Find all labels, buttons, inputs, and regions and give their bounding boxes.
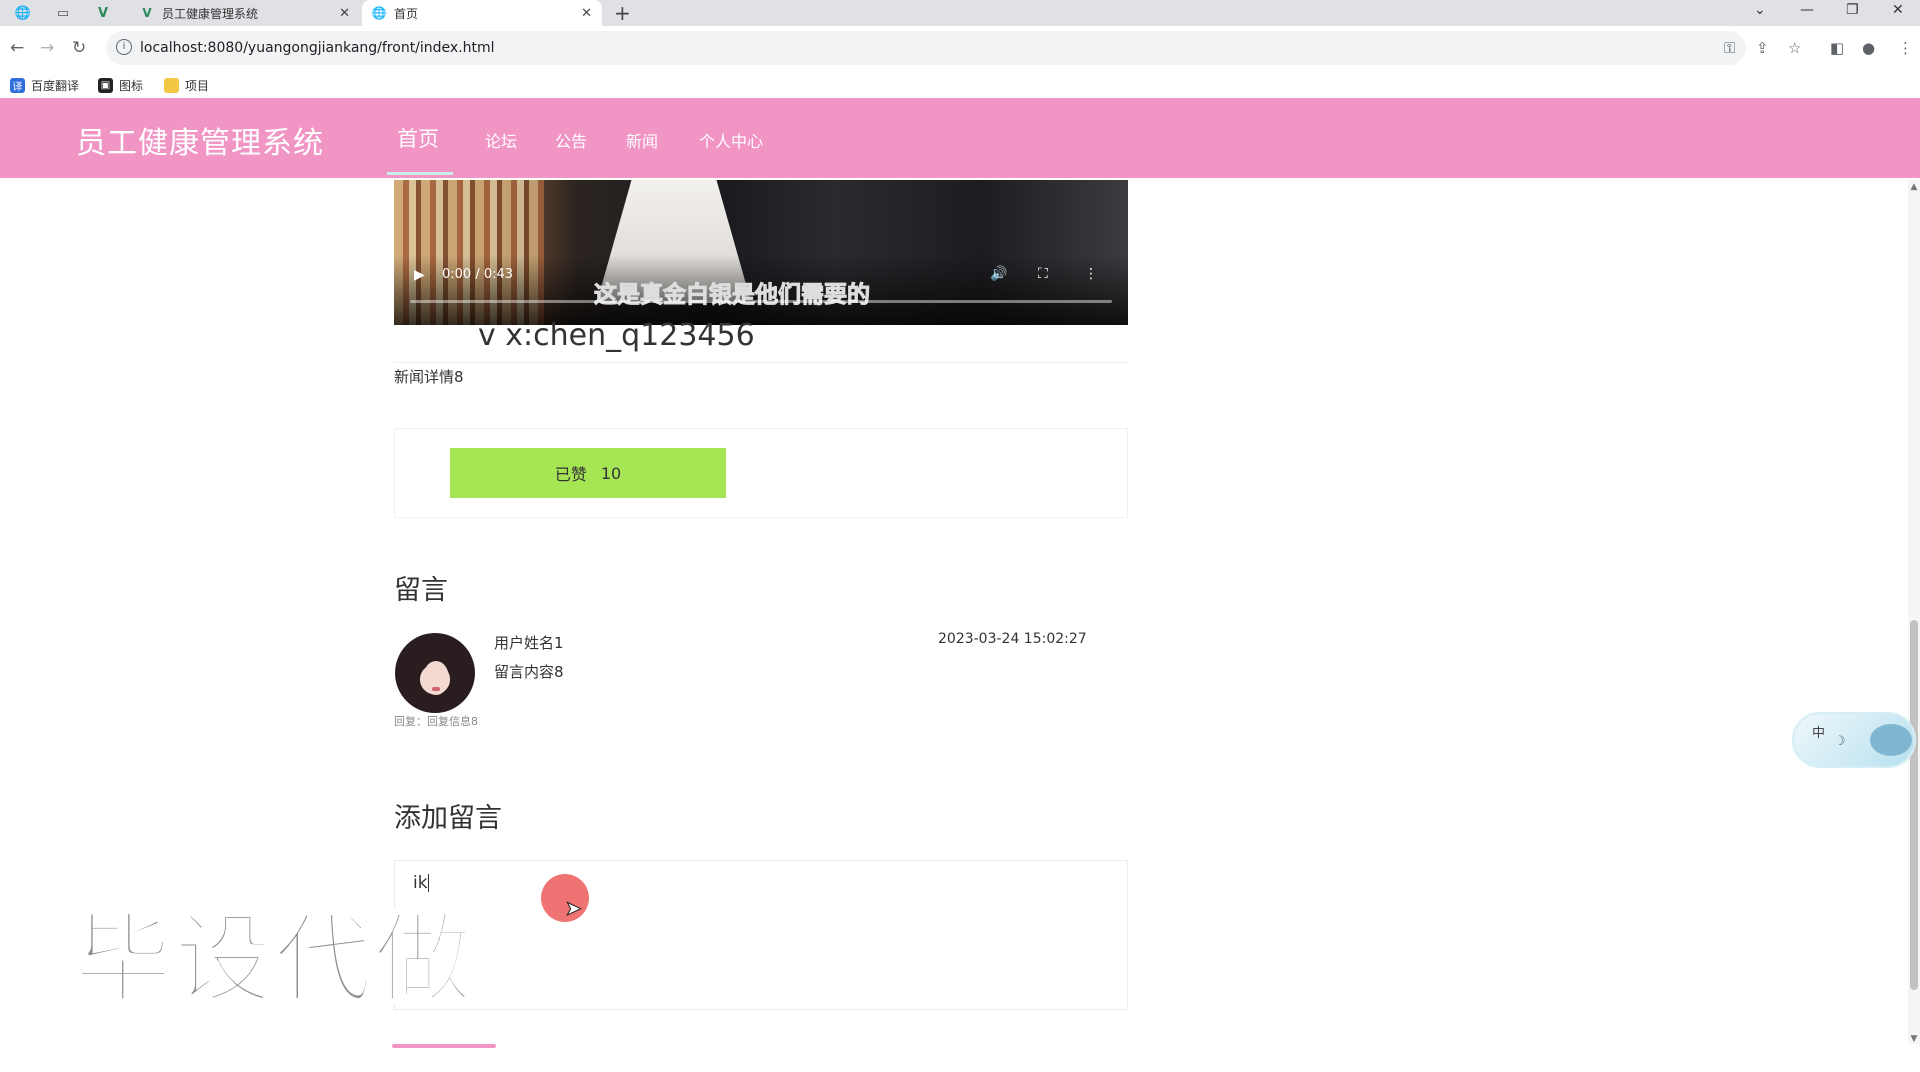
nav-forum[interactable]: 论坛 [485, 128, 517, 152]
browser-toolbar: ← → ↻ i localhost:8080/yuangongjiankang/… [0, 26, 1920, 72]
scroll-up-icon[interactable]: ▲ [1908, 182, 1920, 192]
video-progress-bar[interactable] [410, 300, 1112, 303]
menu-icon[interactable]: ⋮ [1898, 39, 1913, 57]
nav-home[interactable]: 首页 [397, 123, 439, 153]
ime-label: 中 [1812, 726, 1826, 741]
tab-search-icon[interactable]: ⌄ [1754, 2, 1766, 18]
news-detail-text: 新闻详情8 [394, 368, 464, 386]
avatar [395, 633, 475, 713]
divider [394, 362, 1128, 363]
tab-label: 员工健康管理系统 [162, 6, 259, 21]
close-window-button[interactable]: ✕ [1892, 2, 1904, 18]
more-options-icon[interactable]: ⋮ [1084, 266, 1098, 282]
blank-tab-icon[interactable]: ▭ [48, 3, 78, 23]
tab-label: 首页 [394, 6, 419, 21]
vue-icon: V [142, 6, 152, 20]
moon-icon: ☽ [1834, 734, 1846, 749]
nav-notice[interactable]: 公告 [555, 128, 587, 152]
browser-tab-bar: 🌐 ▭ V V 员工健康管理系统 ✕ 🌐 首页 ✕ + ⌄ — ❐ ✕ [0, 0, 1920, 26]
site-title: 员工健康管理系统 [76, 126, 324, 161]
comment-content: 留言内容8 [494, 663, 564, 681]
info-icon[interactable]: i [116, 39, 132, 55]
volume-icon[interactable]: 🔊 [990, 266, 1007, 282]
close-icon[interactable]: ✕ [581, 6, 592, 21]
avatar-lips [432, 687, 440, 691]
like-count: 10 [600, 463, 622, 483]
profile-icon[interactable]: ● [1862, 39, 1875, 57]
mascot-icon [1870, 724, 1912, 756]
like-button[interactable]: 已赞 10 [450, 448, 726, 498]
address-bar[interactable]: i localhost:8080/yuangongjiankang/front/… [106, 31, 1746, 65]
bookmark-label: 项目 [185, 79, 210, 93]
sidebar-icon[interactable]: ◧ [1830, 39, 1844, 57]
nav-active-indicator [387, 172, 453, 175]
site-header: 员工健康管理系统 首页 论坛 公告 新闻 个人中心 [0, 98, 1920, 178]
minimize-button[interactable]: — [1800, 2, 1814, 18]
vue-icon[interactable]: V [88, 3, 118, 23]
video-time: 0:00 / 0:43 [442, 267, 514, 282]
bookmarks-bar: 译 百度翻译 ▣ 图标 项目 [0, 72, 1920, 99]
translate-icon: 译 [10, 78, 25, 93]
comment-textarea[interactable]: ik [394, 860, 1128, 1010]
back-icon[interactable]: ← [10, 38, 24, 58]
bookmark-icons[interactable]: ▣ 图标 [98, 77, 143, 94]
scrollbar-thumb[interactable] [1910, 620, 1918, 990]
add-comment-title: 添加留言 [394, 803, 502, 834]
tab-home[interactable]: 🌐 首页 ✕ [362, 0, 602, 26]
key-icon[interactable]: ⚿ [1724, 39, 1735, 57]
reload-icon[interactable]: ↻ [72, 38, 86, 58]
bookmark-baidu-translate[interactable]: 译 百度翻译 [10, 77, 79, 94]
wechat-contact-text: v x:chen_q123456 [478, 318, 755, 353]
share-icon[interactable]: ⇪ [1756, 39, 1769, 57]
globe-icon[interactable]: 🌐 [8, 3, 38, 23]
folder-icon [164, 78, 179, 93]
play-icon[interactable]: ▶ [414, 267, 425, 283]
url-text: localhost:8080/yuangongjiankang/front/in… [140, 40, 495, 56]
comment-username: 用户姓名1 [494, 634, 564, 652]
close-icon[interactable]: ✕ [339, 6, 350, 21]
bookmark-label: 百度翻译 [31, 79, 80, 93]
floating-ime-widget[interactable]: 中 ☽ [1792, 712, 1916, 768]
restore-button[interactable]: ❐ [1846, 2, 1859, 18]
mouse-cursor-icon: ➤ [565, 896, 583, 921]
image-icon: ▣ [98, 78, 113, 93]
bookmark-project[interactable]: 项目 [164, 77, 209, 94]
nav-news[interactable]: 新闻 [626, 128, 658, 152]
comment-reply: 回复：回复信息8 [394, 715, 478, 728]
star-icon[interactable]: ☆ [1788, 39, 1801, 57]
submit-button-edge[interactable] [392, 1044, 496, 1048]
video-subtitle: 这是真金白银是他们需要的 [594, 282, 871, 309]
fullscreen-icon[interactable]: ⛶ [1038, 266, 1048, 282]
like-label: 已赞 [554, 465, 587, 484]
globe-icon: 🌐 [371, 6, 387, 20]
bookmark-label: 图标 [119, 79, 144, 93]
news-video-player[interactable]: 这是真金白银是他们需要的 ▶ 0:00 / 0:43 🔊 ⛶ ⋮ [394, 180, 1128, 325]
new-tab-button[interactable]: + [614, 2, 631, 24]
comments-title: 留言 [394, 575, 448, 606]
forward-icon[interactable]: → [40, 38, 54, 58]
scroll-down-icon[interactable]: ▼ [1908, 1034, 1920, 1044]
comment-date: 2023-03-24 15:02:27 [938, 631, 1087, 647]
nav-personal-center[interactable]: 个人中心 [699, 128, 763, 152]
watermark-text: 毕设代做 [72, 902, 475, 1019]
tab-employee-health[interactable]: V 员工健康管理系统 ✕ [130, 0, 360, 26]
